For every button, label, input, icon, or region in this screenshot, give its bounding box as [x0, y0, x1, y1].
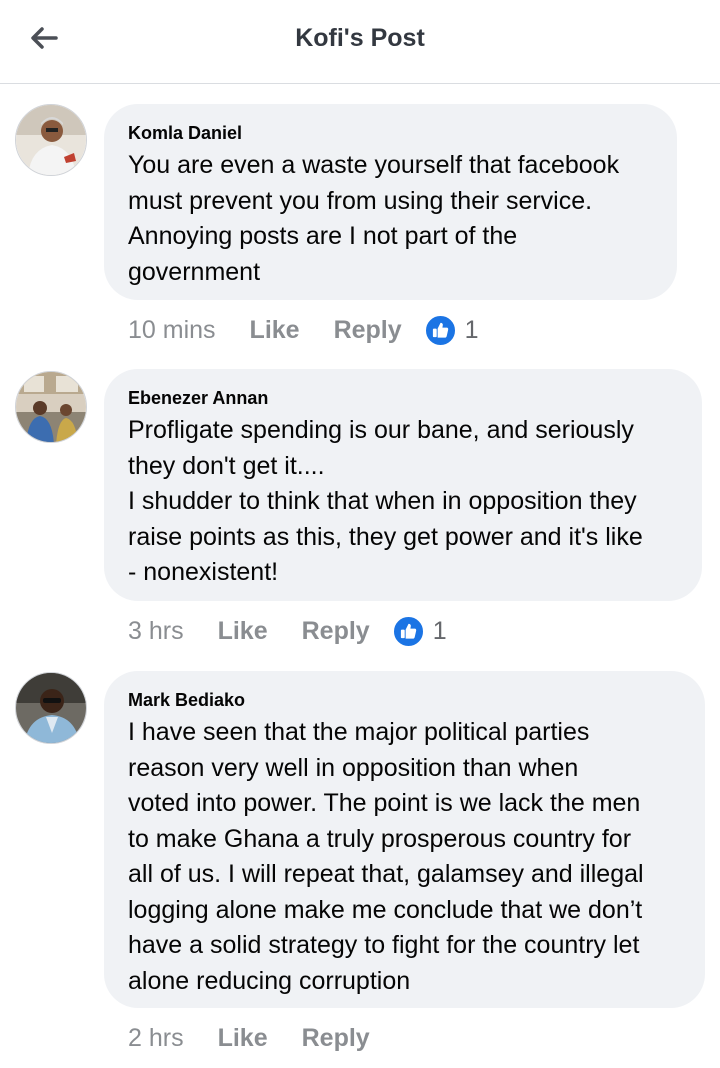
comment-actions: 2 hrs Like Reply	[128, 1018, 404, 1058]
comment-actions: 3 hrs Like Reply 1	[128, 611, 447, 651]
comment-timestamp[interactable]: 2 hrs	[128, 1024, 184, 1053]
comment-line: voted into power. The point is we lack t…	[128, 789, 641, 817]
top-bar: Kofi's Post	[0, 0, 720, 84]
comment-author[interactable]: Mark Bediako	[128, 689, 681, 711]
reply-button[interactable]: Reply	[334, 316, 402, 345]
like-button[interactable]: Like	[250, 316, 300, 345]
comment-timestamp[interactable]: 10 mins	[128, 316, 216, 345]
comment-line: government	[128, 257, 261, 286]
comment-line: logging alone make me conclude that we d…	[128, 895, 643, 924]
comment-text: Profligate spending is our bane, and ser…	[128, 413, 678, 591]
comment-author[interactable]: Ebenezer Annan	[128, 387, 678, 409]
comment-line: alone reducing corruption	[128, 966, 411, 995]
like-reaction-icon[interactable]	[423, 313, 457, 347]
like-reaction-icon[interactable]	[391, 614, 425, 648]
comment-timestamp[interactable]: 3 hrs	[128, 617, 184, 646]
comment-line: to make Ghana a truly prosperous country…	[128, 824, 632, 853]
avatar-photo	[16, 105, 86, 175]
comment-line: I have seen that the major political par…	[128, 718, 590, 746]
comment-line: all of us. I will repeat that, galamsey …	[128, 860, 644, 888]
comment-line: - nonexistent!	[128, 558, 279, 586]
avatar-photo	[16, 372, 86, 442]
comment-line: I shudder to think that when in oppositi…	[128, 487, 637, 515]
comment-line: Annoying posts are I not part of the	[128, 222, 518, 250]
comment-bubble[interactable]: Mark Bediako I have seen that the major …	[104, 671, 705, 1008]
comment-line: raise points as this, they get power and…	[128, 522, 643, 551]
comment-text: I have seen that the major political par…	[128, 715, 681, 999]
reply-button[interactable]: Reply	[302, 1024, 370, 1053]
comment-bubble[interactable]: Ebenezer Annan Profligate spending is ou…	[104, 369, 702, 601]
thumbs-up-icon	[400, 623, 416, 639]
comment-bubble[interactable]: Komla Daniel You are even a waste yourse…	[104, 104, 677, 300]
avatar[interactable]	[15, 104, 87, 176]
comment-actions: 10 mins Like Reply 1	[128, 310, 479, 350]
comment-author[interactable]: Komla Daniel	[128, 122, 653, 144]
reaction-count[interactable]: 1	[465, 316, 479, 345]
reaction-count[interactable]: 1	[433, 617, 447, 646]
like-button[interactable]: Like	[218, 617, 268, 646]
thumbs-up-icon	[432, 322, 448, 338]
comment-line: Profligate spending is our bane, and ser…	[128, 416, 634, 444]
like-button[interactable]: Like	[218, 1024, 268, 1053]
avatar-photo	[16, 673, 86, 743]
comment-line: must prevent you from using their servic…	[128, 186, 593, 215]
avatar[interactable]	[15, 371, 87, 443]
comment-line: You are even a waste yourself that faceb…	[128, 151, 620, 179]
comment-line: they don't get it....	[128, 451, 325, 480]
comment-line: have a solid strategy to fight for the c…	[128, 931, 640, 959]
comment-text: You are even a waste yourself that faceb…	[128, 148, 653, 290]
reply-button[interactable]: Reply	[302, 617, 370, 646]
avatar[interactable]	[15, 672, 87, 744]
page-title: Kofi's Post	[295, 24, 425, 52]
comment-line: reason very well in opposition than when	[128, 753, 579, 782]
